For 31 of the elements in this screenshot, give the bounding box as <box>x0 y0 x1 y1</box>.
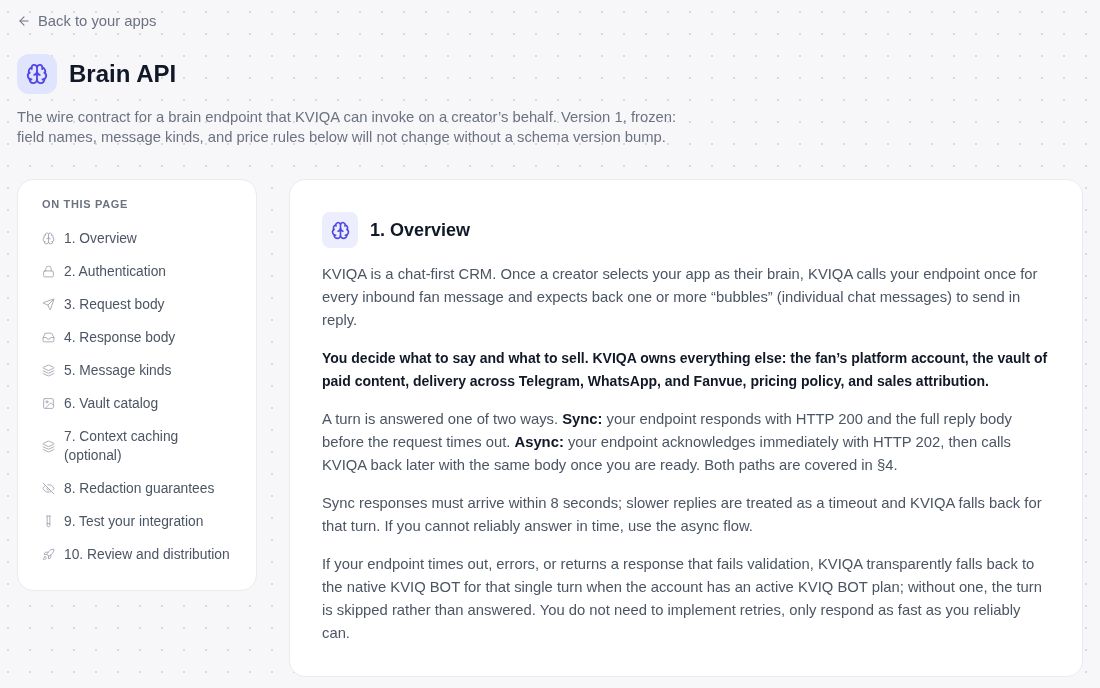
toc-link[interactable]: 9. Test your integration <box>42 505 248 538</box>
toc-link[interactable]: 6. Vault catalog <box>42 387 248 420</box>
lock-icon <box>42 265 55 278</box>
toc-link[interactable]: 1. Overview <box>42 222 248 255</box>
inbox-icon <box>42 331 55 344</box>
brain-icon <box>42 232 55 245</box>
toc-link[interactable]: 10. Review and distribution <box>42 538 248 571</box>
send-icon <box>42 298 55 311</box>
paragraph: Sync responses must arrive within 8 seconds; slower replies are treated as a timeout and KVIQA falls back for that turn. If you cannot reliably answer in time, use the async flow. <box>322 494 1043 536</box>
eye-off-icon <box>42 482 55 495</box>
page-description: The wire contract for a brain endpoint that KVIQA can invoke on a creator’s behalf. Version 1, frozen: field names, message kinds, and price rules below will not change without a schema version bump. <box>17 108 678 147</box>
paragraph: If your endpoint times out, errors, or returns a response that fails validation, KVIQA transparently falls back to the native KVIQ BOT for that single turn when the account has an active KVIQ BOT plan; without one, the turn is skipped rather than answered. You do not need to implement retries, only respond as fast as you reliably can. <box>322 555 1043 643</box>
toc-link[interactable]: 2. Authentication <box>42 255 248 288</box>
section-title: 1. Overview <box>370 219 471 242</box>
toc-link[interactable]: 8. Redaction guarantees <box>42 472 248 505</box>
brain-icon <box>322 212 358 248</box>
paragraph: KVIQA is a chat-first CRM. Once a creator selects your app as their brain, KVIQA calls your endpoint once for every inbound fan message and expects back one or more “bubbles” (individual chat messages) to send in reply. <box>322 265 1039 330</box>
toc-link[interactable]: 3. Request body <box>42 288 248 321</box>
image-icon <box>42 397 55 410</box>
page-title: Brain API <box>69 59 177 89</box>
paragraph: You decide what to say and what to sell. KVIQA owns everything else: the fan’s platform account, the vault of paid content, delivery across Telegram, WhatsApp, and Fanvue, pricing policy, and sales attribution. <box>322 349 1049 391</box>
toc-heading: ON THIS PAGE <box>42 197 129 212</box>
toc-link[interactable]: 5. Message kinds <box>42 354 248 387</box>
brain-icon <box>17 54 57 94</box>
layers-icon <box>42 439 55 453</box>
toc-link[interactable]: 4. Response body <box>42 321 248 354</box>
rocket-icon <box>42 548 55 561</box>
back-link[interactable]: Back to your apps <box>17 11 157 31</box>
layers-icon <box>42 364 55 377</box>
paragraph: A turn is answered one of two ways. Sync: your endpoint responds with HTTP 200 and the full reply body before the request times out. Async: your endpoint acknowledges immediately with HTTP 202, then calls KVIQA back later with the same body once you are ready. Both paths are covered in §4. <box>322 410 1013 475</box>
toc-link[interactable]: 7. Context caching (optional) <box>42 420 248 472</box>
